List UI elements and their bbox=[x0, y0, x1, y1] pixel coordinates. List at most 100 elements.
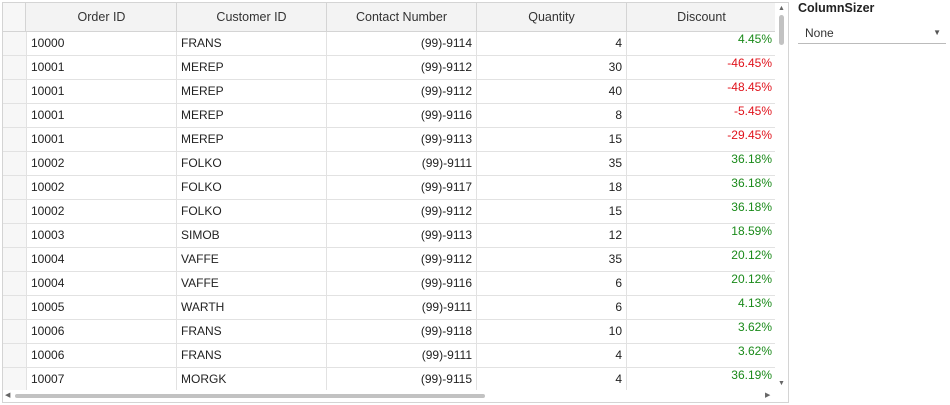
cell-customer-id[interactable]: FOLKO bbox=[177, 200, 327, 223]
cell-contact[interactable]: (99)-9118 bbox=[327, 320, 477, 343]
cell-discount[interactable]: 18.59% bbox=[627, 224, 775, 247]
cell-contact[interactable]: (99)-9111 bbox=[327, 152, 477, 175]
cell-order-id[interactable]: 10001 bbox=[27, 80, 177, 103]
cell-customer-id[interactable]: FOLKO bbox=[177, 152, 327, 175]
cell-order-id[interactable]: 10002 bbox=[27, 152, 177, 175]
cell-customer-id[interactable]: VAFFE bbox=[177, 272, 327, 295]
cell-contact[interactable]: (99)-9113 bbox=[327, 224, 477, 247]
table-row[interactable]: 10007 MORGK (99)-9115 4 36.19% bbox=[3, 368, 775, 392]
cell-quantity[interactable]: 10 bbox=[477, 320, 627, 343]
table-row[interactable]: 10002 FOLKO (99)-9117 18 36.18% bbox=[3, 176, 775, 200]
cell-customer-id[interactable]: VAFFE bbox=[177, 248, 327, 271]
cell-order-id[interactable]: 10004 bbox=[27, 248, 177, 271]
table-row[interactable]: 10005 WARTH (99)-9111 6 4.13% bbox=[3, 296, 775, 320]
cell-quantity[interactable]: 35 bbox=[477, 248, 627, 271]
cell-order-id[interactable]: 10001 bbox=[27, 56, 177, 79]
cell-discount[interactable]: 20.12% bbox=[627, 248, 775, 271]
cell-contact[interactable]: (99)-9112 bbox=[327, 248, 477, 271]
cell-contact[interactable]: (99)-9117 bbox=[327, 176, 477, 199]
cell-order-id[interactable]: 10002 bbox=[27, 176, 177, 199]
row-indicator[interactable] bbox=[3, 104, 27, 127]
cell-quantity[interactable]: 30 bbox=[477, 56, 627, 79]
row-indicator[interactable] bbox=[3, 176, 27, 199]
cell-customer-id[interactable]: FOLKO bbox=[177, 176, 327, 199]
cell-contact[interactable]: (99)-9115 bbox=[327, 368, 477, 391]
scroll-up-icon[interactable]: ▲ bbox=[778, 5, 785, 13]
cell-order-id[interactable]: 10006 bbox=[27, 320, 177, 343]
row-indicator[interactable] bbox=[3, 368, 27, 391]
row-indicator[interactable] bbox=[3, 128, 27, 151]
scroll-down-icon[interactable]: ▼ bbox=[778, 380, 785, 388]
cell-discount[interactable]: -46.45% bbox=[627, 56, 775, 79]
cell-customer-id[interactable]: WARTH bbox=[177, 296, 327, 319]
cell-contact[interactable]: (99)-9116 bbox=[327, 104, 477, 127]
cell-order-id[interactable]: 10007 bbox=[27, 368, 177, 391]
cell-discount[interactable]: 36.18% bbox=[627, 152, 775, 175]
cell-customer-id[interactable]: MORGK bbox=[177, 368, 327, 391]
cell-quantity[interactable]: 4 bbox=[477, 344, 627, 367]
cell-order-id[interactable]: 10004 bbox=[27, 272, 177, 295]
cell-customer-id[interactable]: MEREP bbox=[177, 80, 327, 103]
vertical-scrollbar[interactable]: ▲ ▼ bbox=[775, 3, 788, 390]
row-indicator[interactable] bbox=[3, 32, 27, 55]
table-row[interactable]: 10001 MEREP (99)-9113 15 -29.45% bbox=[3, 128, 775, 152]
cell-quantity[interactable]: 15 bbox=[477, 200, 627, 223]
table-row[interactable]: 10003 SIMOB (99)-9113 12 18.59% bbox=[3, 224, 775, 248]
cell-discount[interactable]: 4.13% bbox=[627, 296, 775, 319]
cell-customer-id[interactable]: FRANS bbox=[177, 344, 327, 367]
cell-quantity[interactable]: 15 bbox=[477, 128, 627, 151]
column-header-contact[interactable]: Contact Number bbox=[327, 3, 477, 31]
scroll-right-icon[interactable]: ▶ bbox=[765, 391, 770, 401]
cell-customer-id[interactable]: MEREP bbox=[177, 128, 327, 151]
row-indicator[interactable] bbox=[3, 152, 27, 175]
row-indicator[interactable] bbox=[3, 80, 27, 103]
cell-contact[interactable]: (99)-9114 bbox=[327, 32, 477, 55]
cell-quantity[interactable]: 8 bbox=[477, 104, 627, 127]
cell-customer-id[interactable]: MEREP bbox=[177, 56, 327, 79]
cell-discount[interactable]: 20.12% bbox=[627, 272, 775, 295]
cell-order-id[interactable]: 10002 bbox=[27, 200, 177, 223]
cell-quantity[interactable]: 18 bbox=[477, 176, 627, 199]
column-sizer-dropdown[interactable]: None ▼ bbox=[798, 22, 946, 44]
table-row[interactable]: 10000 FRANS (99)-9114 4 4.45% bbox=[3, 32, 775, 56]
cell-contact[interactable]: (99)-9116 bbox=[327, 272, 477, 295]
table-row[interactable]: 10004 VAFFE (99)-9112 35 20.12% bbox=[3, 248, 775, 272]
cell-quantity[interactable]: 6 bbox=[477, 296, 627, 319]
cell-order-id[interactable]: 10005 bbox=[27, 296, 177, 319]
table-row[interactable]: 10004 VAFFE (99)-9116 6 20.12% bbox=[3, 272, 775, 296]
cell-order-id[interactable]: 10001 bbox=[27, 128, 177, 151]
horizontal-scrollbar[interactable]: ◀ ▶ bbox=[3, 390, 775, 402]
cell-contact[interactable]: (99)-9113 bbox=[327, 128, 477, 151]
table-row[interactable]: 10002 FOLKO (99)-9111 35 36.18% bbox=[3, 152, 775, 176]
column-header-customer-id[interactable]: Customer ID bbox=[177, 3, 327, 31]
horizontal-scroll-thumb[interactable] bbox=[15, 394, 485, 398]
cell-discount[interactable]: -48.45% bbox=[627, 80, 775, 103]
cell-quantity[interactable]: 12 bbox=[477, 224, 627, 247]
cell-discount[interactable]: 3.62% bbox=[627, 344, 775, 367]
row-indicator[interactable] bbox=[3, 320, 27, 343]
cell-discount[interactable]: 36.18% bbox=[627, 200, 775, 223]
cell-discount[interactable]: 36.18% bbox=[627, 176, 775, 199]
cell-contact[interactable]: (99)-9112 bbox=[327, 200, 477, 223]
cell-quantity[interactable]: 4 bbox=[477, 32, 627, 55]
table-row[interactable]: 10001 MEREP (99)-9116 8 -5.45% bbox=[3, 104, 775, 128]
cell-quantity[interactable]: 4 bbox=[477, 368, 627, 391]
table-row[interactable]: 10006 FRANS (99)-9118 10 3.62% bbox=[3, 320, 775, 344]
cell-customer-id[interactable]: FRANS bbox=[177, 32, 327, 55]
cell-quantity[interactable]: 6 bbox=[477, 272, 627, 295]
cell-discount[interactable]: 36.19% bbox=[627, 368, 775, 391]
scroll-left-icon[interactable]: ◀ bbox=[5, 391, 10, 401]
cell-discount[interactable]: 3.62% bbox=[627, 320, 775, 343]
table-row[interactable]: 10006 FRANS (99)-9111 4 3.62% bbox=[3, 344, 775, 368]
vertical-scroll-thumb[interactable] bbox=[779, 15, 784, 45]
table-row[interactable]: 10002 FOLKO (99)-9112 15 36.18% bbox=[3, 200, 775, 224]
cell-order-id[interactable]: 10003 bbox=[27, 224, 177, 247]
column-header-order-id[interactable]: Order ID bbox=[27, 3, 177, 31]
cell-customer-id[interactable]: FRANS bbox=[177, 320, 327, 343]
cell-discount[interactable]: -29.45% bbox=[627, 128, 775, 151]
data-grid[interactable]: Order ID Customer ID Contact Number Quantit… bbox=[2, 2, 789, 403]
cell-order-id[interactable]: 10000 bbox=[27, 32, 177, 55]
cell-contact[interactable]: (99)-9112 bbox=[327, 80, 477, 103]
row-indicator[interactable] bbox=[3, 272, 27, 295]
cell-discount[interactable]: 4.45% bbox=[627, 32, 775, 55]
